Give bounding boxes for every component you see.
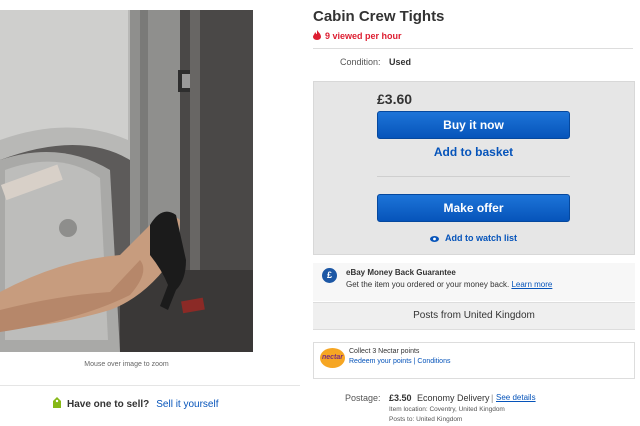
zoom-hint: Mouse over image to zoom — [84, 361, 169, 368]
viewed-per-hour: 9 viewed per hour — [313, 30, 402, 42]
postage-method: Economy Delivery — [417, 393, 490, 403]
postage-price: £3.50 — [389, 393, 412, 403]
sell-it-yourself-link[interactable]: Sell it yourself — [156, 399, 218, 410]
watch-label: Add to watch list — [445, 233, 517, 243]
item-location: Item location: Coventry, United Kingdom — [389, 406, 505, 413]
postage-label: Postage: — [345, 393, 381, 403]
buy-box — [313, 81, 635, 255]
condition-label: Condition: — [340, 57, 381, 67]
eye-icon — [430, 234, 439, 244]
condition-value: Used — [389, 57, 412, 67]
divider — [0, 385, 300, 386]
tag-icon — [52, 397, 62, 412]
flame-icon — [313, 30, 321, 42]
guarantee-description: Get the item you ordered or your money b… — [346, 280, 510, 289]
pound-shield-icon: £ — [322, 268, 337, 283]
posts-from: Posts from United Kingdom — [313, 302, 635, 330]
guarantee-title: eBay Money Back Guarantee — [346, 268, 456, 277]
add-to-watch-list-link[interactable]: Add to watch list — [377, 233, 570, 244]
sell-yours-row: Have one to sell? Sell it yourself — [52, 397, 219, 412]
buy-it-now-button[interactable]: Buy it now — [377, 111, 570, 139]
sell-question: Have one to sell? — [67, 399, 150, 410]
make-offer-button[interactable]: Make offer — [377, 194, 570, 222]
learn-more-link[interactable]: Learn more — [511, 280, 552, 289]
guarantee-text: Get the item you ordered or your money b… — [346, 280, 552, 289]
see-details-link[interactable]: See details — [496, 393, 536, 402]
add-to-basket-link[interactable]: Add to basket — [377, 145, 570, 159]
posts-to: Posts to: United Kingdom — [389, 416, 463, 423]
redeem-points-link[interactable]: Redeem your points — [349, 358, 412, 365]
nectar-logo: nectar — [320, 348, 345, 368]
viewed-text: 9 viewed per hour — [325, 31, 402, 41]
separator: | — [491, 393, 494, 403]
conditions-link[interactable]: Conditions — [417, 358, 450, 365]
divider — [313, 48, 633, 49]
separator: | — [413, 358, 416, 365]
nectar-points-text: Collect 3 Nectar points — [349, 348, 420, 355]
product-photo[interactable] — [0, 10, 253, 352]
nectar-links: Redeem your points | Conditions — [349, 358, 450, 365]
item-title: Cabin Crew Tights — [313, 8, 445, 25]
item-price: £3.60 — [377, 91, 413, 107]
divider — [377, 176, 570, 177]
